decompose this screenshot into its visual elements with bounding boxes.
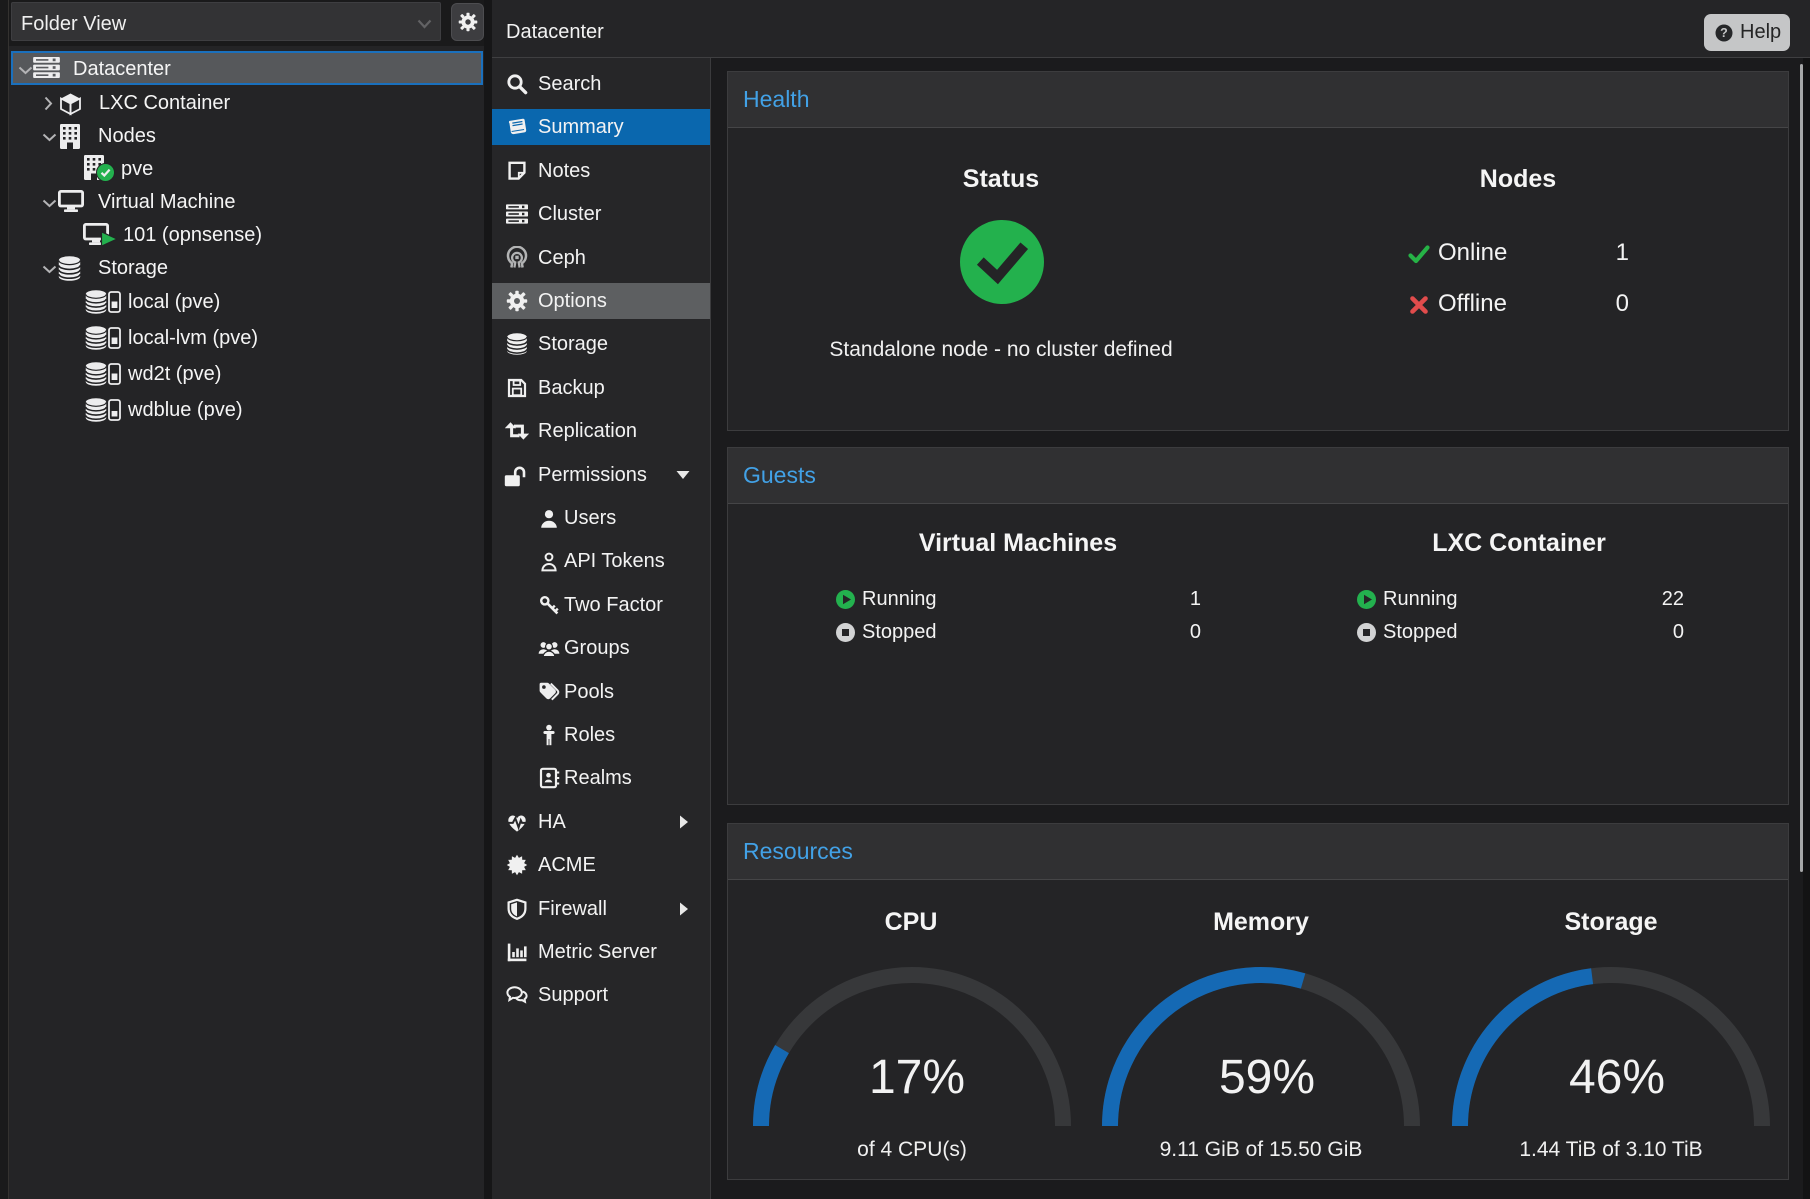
svg-text:?: ? bbox=[1720, 26, 1728, 40]
